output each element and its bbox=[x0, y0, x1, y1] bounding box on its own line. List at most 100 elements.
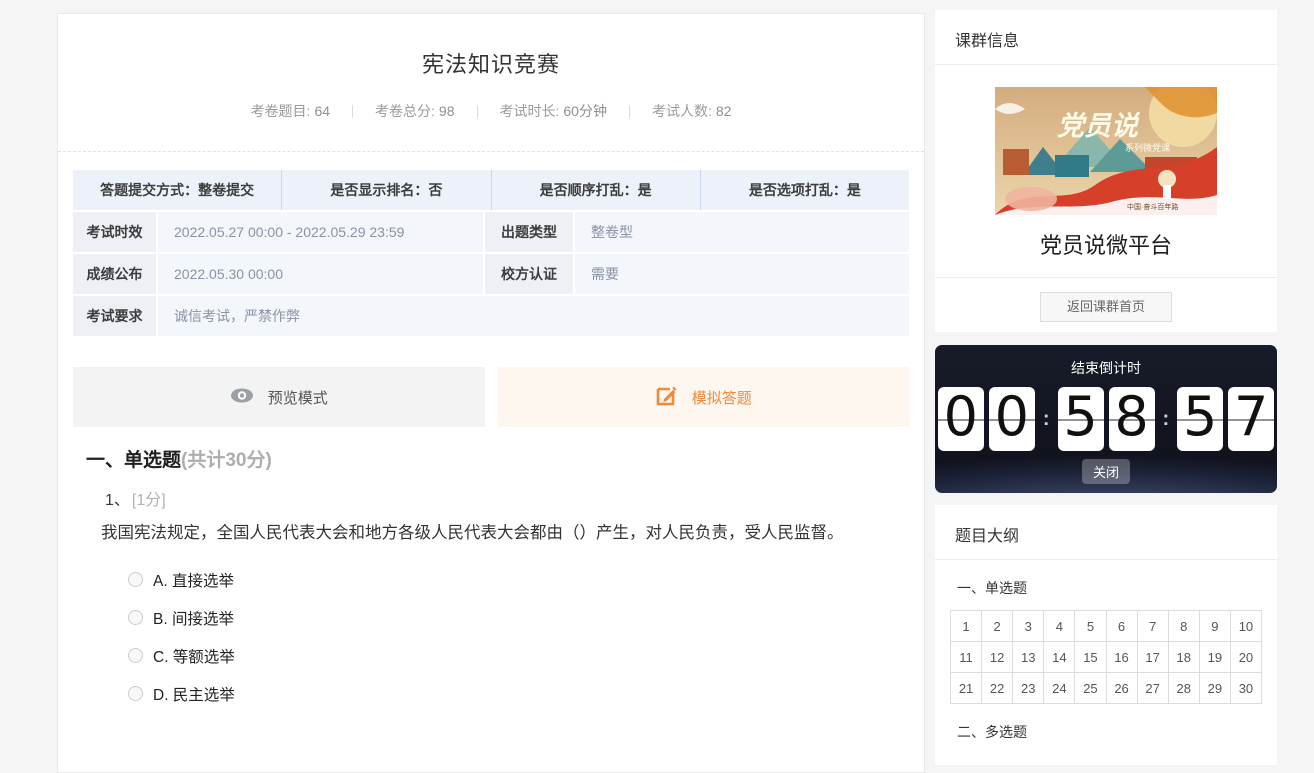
answer-option[interactable]: B. 间接选举 bbox=[128, 599, 924, 637]
outline-question-number[interactable]: 29 bbox=[1200, 673, 1231, 704]
answer-option[interactable]: D. 民主选举 bbox=[128, 675, 924, 713]
countdown-panel: 结束倒计时 00:58:57 关闭 bbox=[935, 345, 1277, 493]
outline-question-number[interactable]: 20 bbox=[1231, 642, 1262, 673]
exam-title: 宪法知识竞赛 bbox=[58, 14, 924, 79]
info-value: 需要 bbox=[575, 254, 909, 294]
outline-question-number[interactable]: 6 bbox=[1107, 611, 1138, 642]
preview-mode-label: 预览模式 bbox=[268, 387, 328, 408]
course-info-panel: 课群信息 党员说 系列微党课 中国·奋斗百年路 党员说微平台 返回课群首页 bbox=[935, 10, 1277, 332]
question-text: 我国宪法规定，全国人民代表大会和地方各级人民代表大会都由（）产生，对人民负责，受… bbox=[101, 518, 901, 549]
answer-option[interactable]: A. 直接选举 bbox=[128, 561, 924, 599]
outline-question-number[interactable]: 11 bbox=[951, 642, 982, 673]
radio-button[interactable] bbox=[128, 610, 143, 625]
radio-button[interactable] bbox=[128, 572, 143, 587]
outline-question-number[interactable]: 28 bbox=[1169, 673, 1200, 704]
exam-stat: 考卷题目:64 bbox=[251, 101, 330, 121]
question-block: 1、[1分] 我国宪法规定，全国人民代表大会和地方各级人民代表大会都由（）产生，… bbox=[105, 486, 924, 713]
outline-question-number[interactable]: 23 bbox=[1013, 673, 1044, 704]
outline-question-number[interactable]: 8 bbox=[1169, 611, 1200, 642]
question-outline-panel: 题目大纲 一、单选题 12345678910111213141516171819… bbox=[935, 505, 1277, 765]
divider bbox=[935, 277, 1277, 278]
countdown-title: 结束倒计时 bbox=[935, 345, 1277, 378]
countdown-close-button[interactable]: 关闭 bbox=[1082, 459, 1130, 484]
option-label: A. 直接选举 bbox=[153, 569, 234, 591]
outline-question-number[interactable]: 2 bbox=[982, 611, 1013, 642]
info-label: 校方认证 bbox=[485, 254, 573, 294]
outline-question-number[interactable]: 10 bbox=[1231, 611, 1262, 642]
outline-question-number[interactable]: 27 bbox=[1138, 673, 1169, 704]
countdown-digit: 0 bbox=[938, 387, 984, 451]
info-value: 诚信考试，严禁作弊 bbox=[158, 296, 909, 336]
divider bbox=[58, 151, 924, 152]
outline-question-number[interactable]: 4 bbox=[1044, 611, 1075, 642]
option-label: D. 民主选举 bbox=[153, 683, 235, 705]
outline-question-number[interactable]: 5 bbox=[1075, 611, 1106, 642]
outline-question-number[interactable]: 7 bbox=[1138, 611, 1169, 642]
outline-question-number[interactable]: 17 bbox=[1138, 642, 1169, 673]
outline-question-number[interactable]: 3 bbox=[1013, 611, 1044, 642]
outline-question-number[interactable]: 14 bbox=[1044, 642, 1075, 673]
answer-option[interactable]: C. 等额选举 bbox=[128, 637, 924, 675]
stat-label: 考试时长: bbox=[500, 103, 560, 119]
exam-settings-row: 答题提交方式：整卷提交是否显示排名：否是否顺序打乱：是是否选项打乱：是 bbox=[73, 170, 909, 210]
info-label: 出题类型 bbox=[485, 212, 573, 252]
outline-question-number[interactable]: 13 bbox=[1013, 642, 1044, 673]
info-label: 考试时效 bbox=[73, 212, 156, 252]
simulate-answer-button[interactable]: 模拟答题 bbox=[498, 367, 910, 427]
outline-section2-label: 二、多选题 bbox=[957, 722, 1277, 742]
info-value: 2022.05.30 00:00 bbox=[158, 254, 483, 294]
exam-stat: 考试人数:82 bbox=[652, 101, 731, 121]
question-score: [1分] bbox=[132, 492, 166, 509]
exam-panel: 宪法知识竞赛 考卷题目:64 考卷总分:98 考试时长:60分钟 考试人数:82 答题… bbox=[57, 13, 925, 773]
colon-separator: : bbox=[1043, 408, 1050, 431]
radio-button[interactable] bbox=[128, 686, 143, 701]
outline-title: 题目大纲 bbox=[935, 505, 1277, 560]
outline-question-number[interactable]: 12 bbox=[982, 642, 1013, 673]
outline-question-number[interactable]: 22 bbox=[982, 673, 1013, 704]
question-number-grid: 1234567891011121314151617181920212223242… bbox=[950, 610, 1262, 704]
banner-footnote-text: 中国·奋斗百年路 bbox=[1127, 202, 1178, 211]
outline-question-number[interactable]: 21 bbox=[951, 673, 982, 704]
exam-info-table: 答题提交方式：整卷提交是否显示排名：否是否顺序打乱：是是否选项打乱：是 考试时效… bbox=[73, 170, 909, 336]
outline-section1-label: 一、单选题 bbox=[957, 578, 1277, 598]
back-to-course-home-button[interactable]: 返回课群首页 bbox=[1040, 292, 1172, 322]
outline-question-number[interactable]: 16 bbox=[1107, 642, 1138, 673]
outline-question-number[interactable]: 9 bbox=[1200, 611, 1231, 642]
info-label: 考试要求 bbox=[73, 296, 156, 336]
preview-mode-button[interactable]: 预览模式 bbox=[73, 367, 485, 427]
countdown-digit: 5 bbox=[1058, 387, 1104, 451]
stat-value: 60分钟 bbox=[563, 103, 607, 119]
countdown-digit: 8 bbox=[1109, 387, 1155, 451]
stat-separator bbox=[629, 105, 630, 118]
outline-question-number[interactable]: 1 bbox=[951, 611, 982, 642]
outline-question-number[interactable]: 26 bbox=[1107, 673, 1138, 704]
outline-question-number[interactable]: 19 bbox=[1200, 642, 1231, 673]
outline-question-number[interactable]: 18 bbox=[1169, 642, 1200, 673]
stat-label: 考试人数: bbox=[652, 103, 712, 119]
exam-stat: 考卷总分:98 bbox=[375, 101, 454, 121]
section-title: 一、单选题 bbox=[86, 450, 181, 471]
question-section-header: 一、单选题(共计30分) bbox=[86, 445, 924, 472]
countdown-digit: 0 bbox=[989, 387, 1035, 451]
radio-button[interactable] bbox=[128, 648, 143, 663]
stat-value: 98 bbox=[439, 103, 455, 119]
outline-question-number[interactable]: 25 bbox=[1075, 673, 1106, 704]
outline-question-number[interactable]: 24 bbox=[1044, 673, 1075, 704]
exam-setting-cell: 是否顺序打乱：是 bbox=[492, 170, 701, 210]
banner-title-text: 党员说 bbox=[1057, 111, 1141, 141]
exam-info-row: 成绩公布2022.05.30 00:00校方认证需要 bbox=[73, 254, 909, 294]
exam-setting-cell: 是否选项打乱：是 bbox=[701, 170, 909, 210]
info-value: 整卷型 bbox=[575, 212, 909, 252]
colon-separator: : bbox=[1163, 408, 1170, 431]
info-label: 成绩公布 bbox=[73, 254, 156, 294]
stat-value: 64 bbox=[314, 103, 330, 119]
outline-question-number[interactable]: 15 bbox=[1075, 642, 1106, 673]
edit-icon bbox=[655, 384, 678, 411]
question-options: A. 直接选举 B. 间接选举C. 等额选举 D. 民主选举 bbox=[128, 561, 924, 713]
outline-question-number[interactable]: 30 bbox=[1231, 673, 1262, 704]
stat-separator bbox=[477, 105, 478, 118]
info-value: 2022.05.27 00:00 - 2022.05.29 23:59 bbox=[158, 212, 483, 252]
question-number: 1、 bbox=[105, 492, 130, 509]
exam-stat: 考试时长:60分钟 bbox=[500, 101, 607, 121]
platform-name: 党员说微平台 bbox=[935, 228, 1277, 260]
